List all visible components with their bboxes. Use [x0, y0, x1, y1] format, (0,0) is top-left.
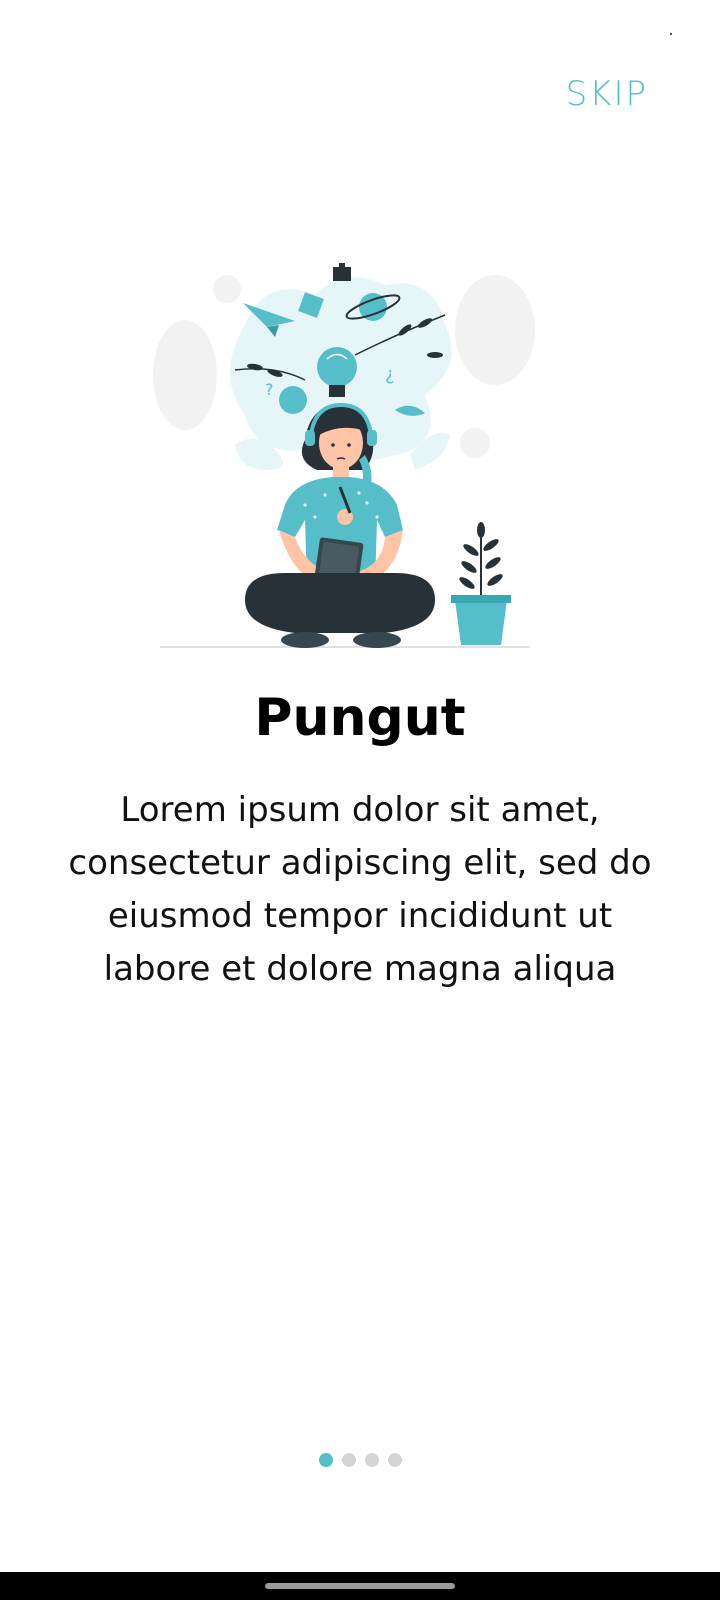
- page-indicator: [0, 1453, 720, 1467]
- page-dot-3[interactable]: [364, 1453, 379, 1467]
- home-gesture-handle[interactable]: [265, 1583, 455, 1589]
- skip-button[interactable]: SKIP: [566, 74, 648, 114]
- page-dot-1[interactable]: [318, 1453, 333, 1467]
- status-bar-indicator: [670, 33, 672, 35]
- svg-text:¿: ¿: [385, 364, 395, 385]
- onboarding-title: Pungut: [254, 688, 466, 748]
- system-navigation-bar: [0, 1572, 720, 1600]
- svg-text:?: ?: [265, 380, 274, 399]
- onboarding-description: Lorem ipsum dolor sit amet, consectetur …: [68, 790, 652, 989]
- page-dot-4[interactable]: [387, 1453, 402, 1467]
- page-dot-2[interactable]: [341, 1453, 356, 1467]
- woman-thinking-illustration: ? ¿: [153, 263, 535, 648]
